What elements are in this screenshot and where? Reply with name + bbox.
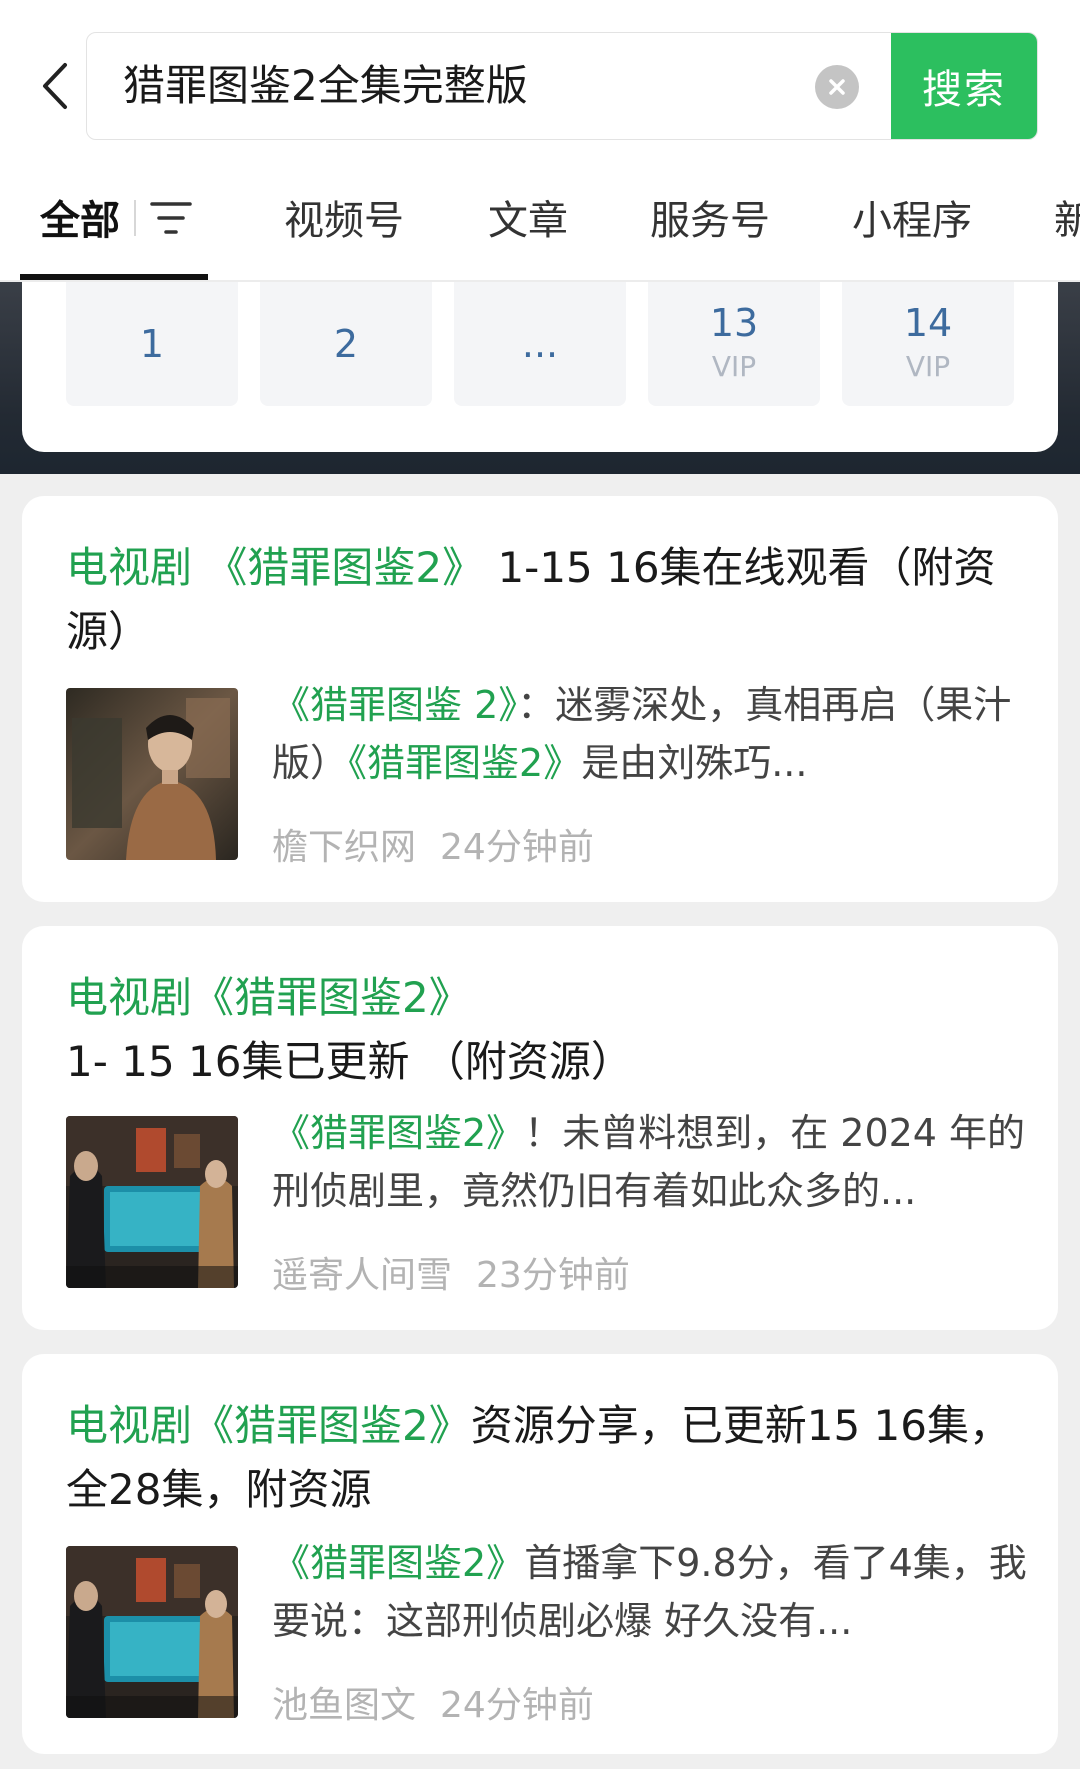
page-number: 2 [333, 322, 359, 366]
title-highlight: 《猎罪图鉴2》 [192, 973, 471, 1022]
result-snippet: 《猎罪图鉴 2》：迷雾深处，真相再启（果汁版）《猎罪图鉴2》是由刘殊巧... [272, 676, 1042, 792]
page-number: 13 [709, 301, 759, 345]
result-thumbnail[interactable] [66, 1116, 238, 1288]
tab-news[interactable]: 新 [1054, 188, 1080, 246]
result-title[interactable]: 电视剧《猎罪图鉴2》 1- 15 16集已更新 （附资源） [66, 966, 1026, 1094]
result-card[interactable]: 电视剧 《猎罪图鉴2》 1-15 16集在线观看（附资源） 《猎罪图鉴 2》：迷… [22, 496, 1058, 902]
result-meta: 檐下织网 24分钟前 [272, 818, 594, 870]
tab-articles[interactable]: 文章 [488, 188, 568, 246]
tab-all[interactable]: 全部 [40, 188, 120, 246]
result-meta: 池鱼图文 24分钟前 [272, 1676, 594, 1728]
result-source[interactable]: 池鱼图文 [272, 1685, 416, 1726]
snippet-highlight: 《猎罪图鉴2》 [272, 1541, 525, 1585]
tab-bar: 全部 视频号 文章 服务号 小程序 新 [0, 160, 1080, 282]
close-icon [829, 79, 845, 95]
clear-button[interactable] [815, 65, 859, 109]
page-button[interactable]: 2 [260, 282, 432, 406]
result-meta: 遥寄人间雪 23分钟前 [272, 1246, 630, 1298]
result-source[interactable]: 遥寄人间雪 [272, 1255, 452, 1296]
page-ellipsis[interactable]: ... [454, 282, 626, 406]
thumbnail-image [66, 1546, 238, 1718]
tab-divider [134, 200, 136, 236]
page-button-vip[interactable]: 13 VIP [648, 282, 820, 406]
episode-pagination: 1 2 ... 13 VIP 14 VIP [22, 282, 1058, 452]
filter-icon[interactable] [150, 200, 194, 236]
result-thumbnail[interactable] [66, 688, 238, 860]
page-number: 14 [903, 301, 953, 345]
search-box: 搜索 [86, 32, 1038, 140]
title-text: 1- 15 16集已更新 （附资源） [66, 1037, 633, 1086]
snippet-highlight: 《猎罪图鉴2》 [272, 1111, 525, 1155]
result-snippet: 《猎罪图鉴2》！未曾料想到，在 2024 年的刑侦剧里，竟然仍旧有着如此众多的.… [272, 1104, 1042, 1220]
page-button[interactable]: 1 [66, 282, 238, 406]
page-number: 1 [139, 322, 165, 366]
title-highlight: 《猎罪图鉴2》 [205, 543, 485, 592]
snippet-highlight: 《猎罪图鉴2》 [348, 741, 582, 785]
vip-label: VIP [711, 350, 757, 383]
tab-mini-programs[interactable]: 小程序 [852, 188, 972, 246]
result-source[interactable]: 檐下织网 [272, 827, 416, 868]
result-time: 24分钟前 [440, 1685, 594, 1726]
page-button-vip[interactable]: 14 VIP [842, 282, 1014, 406]
result-title[interactable]: 电视剧《猎罪图鉴2》资源分享，已更新15 16集，全28集，附资源 [66, 1394, 1026, 1522]
back-button[interactable] [34, 58, 74, 114]
snippet-text: 是由刘殊巧... [581, 741, 808, 785]
result-card[interactable]: 电视剧《猎罪图鉴2》资源分享，已更新15 16集，全28集，附资源 《猎罪图鉴2… [22, 1354, 1058, 1754]
search-button[interactable]: 搜索 [891, 33, 1037, 139]
vip-label: VIP [905, 350, 951, 383]
chevron-left-icon [43, 63, 67, 109]
tab-service-accounts[interactable]: 服务号 [650, 188, 770, 246]
tab-channels[interactable]: 视频号 [284, 188, 404, 246]
result-time: 23分钟前 [476, 1255, 630, 1296]
search-input[interactable] [123, 33, 763, 139]
top-bar: 搜索 全部 视频号 文章 服务号 小程序 新 [0, 0, 1080, 282]
page-number: ... [521, 322, 559, 366]
title-category: 电视剧 [66, 543, 206, 592]
title-highlight: 《猎罪图鉴2》 [192, 1401, 471, 1450]
thumbnail-image [66, 1116, 238, 1288]
title-category: 电视剧 [66, 1401, 193, 1450]
result-title[interactable]: 电视剧 《猎罪图鉴2》 1-15 16集在线观看（附资源） [66, 536, 1026, 664]
title-category: 电视剧 [66, 973, 193, 1022]
result-card[interactable]: 电视剧《猎罪图鉴2》1- 15 16集已更新 （附资源） 《猎罪图鉴2》！未曾料… [22, 926, 1058, 1330]
result-time: 24分钟前 [440, 827, 594, 868]
result-thumbnail[interactable] [66, 1546, 238, 1718]
snippet-highlight: 《猎罪图鉴 2》 [272, 683, 518, 727]
thumbnail-image [66, 688, 238, 860]
result-snippet: 《猎罪图鉴2》首播拿下9.8分，看了4集，我要说：这部刑侦剧必爆 好久没有... [272, 1534, 1042, 1650]
